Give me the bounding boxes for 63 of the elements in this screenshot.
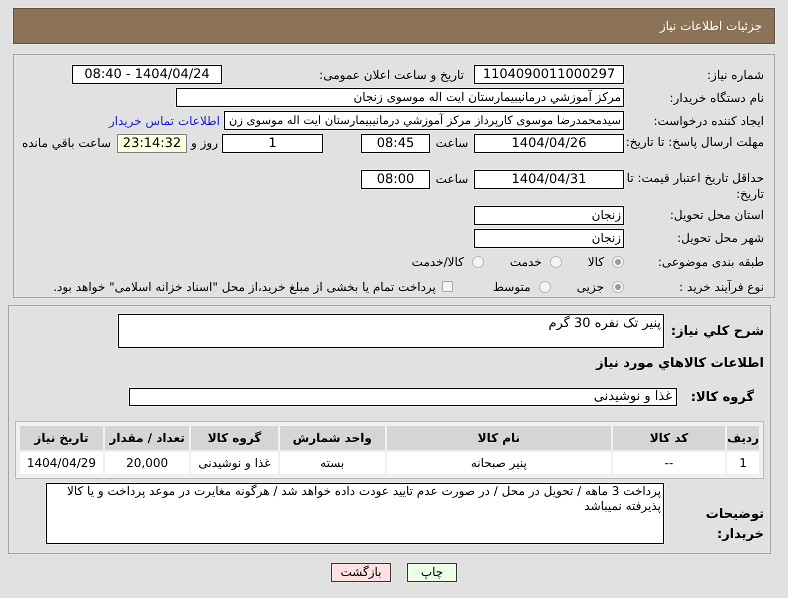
time-label: ساعت: [434, 135, 470, 152]
remaining-time-field: 23:14:32: [117, 134, 187, 153]
field-label: نام دستگاه خریدار:: [668, 90, 764, 106]
field-label: حداقل تاریخ اعتبار قیمت: تا تاریخ:: [626, 170, 764, 202]
column-header: نام کالا: [386, 426, 611, 450]
time-label: ساعت: [434, 170, 470, 188]
payment-option-label: پرداخت تمام یا بخشی از مبلغ خرید،از محل "اسناد خزانه اسلامی" خواهد بود.: [53, 278, 436, 296]
radio-label: جزیی: [576, 278, 604, 296]
radio-label: متوسط: [492, 278, 531, 296]
validity-date-field: 1404/04/31: [474, 170, 624, 189]
radio-button[interactable]: [550, 256, 562, 268]
days-field: 1: [222, 134, 323, 153]
province-field: زنجان: [474, 206, 624, 225]
field-label: شرح کلي نیاز:: [670, 323, 764, 341]
table-cell: 1404/04/29: [20, 452, 103, 474]
column-header: واحد شمارش: [280, 426, 385, 450]
radio-label: کالا/خدمت: [412, 254, 464, 272]
radio-button[interactable]: [612, 256, 624, 268]
remaining-label: ساعت باقي مانده: [22, 135, 111, 152]
buyer-name-field: مرکز آموزشي درمانيبيمارستان ايت اله موسوی زنجان: [176, 88, 624, 107]
back-button[interactable]: بازگشت: [331, 563, 391, 582]
description-textarea[interactable]: پنیر تک نفره 30 گرم: [118, 314, 664, 348]
table-cell: --: [612, 452, 726, 474]
column-header: تعداد / مقدار: [104, 426, 190, 450]
table-cell: غذا و نوشیدنی: [191, 452, 278, 474]
announce-date-field: 1404/04/24 - 08:40: [72, 65, 222, 84]
column-header: گروه کالا: [191, 426, 278, 450]
field-label: طبقه بندی موضوعی:: [656, 254, 764, 272]
table-cell: پنیر صبحانه: [386, 452, 611, 474]
radio-button[interactable]: [612, 280, 624, 293]
radio-button[interactable]: [538, 280, 551, 293]
requester-field: سیدمحمدرضا موسوی کارپرداز مرکز آموزشي درمانيبيمارستان ايت اله موسوی زن: [224, 111, 624, 130]
field-label: شماره نیاز:: [706, 66, 764, 84]
field-label: مهلت ارسال پاسخ: تا تاریخ:: [624, 134, 764, 150]
field-label: ایجاد کننده درخواست:: [652, 112, 764, 130]
radio-label: خدمت: [510, 254, 542, 272]
validity-time-field: 08:00: [361, 170, 430, 189]
page-title: جزئیات اطلاعات نیاز: [660, 18, 762, 35]
field-label: نوع فرآیند خرید :: [678, 278, 764, 296]
field-label: استان محل تحویل:: [668, 207, 764, 224]
section-heading: اطلاعات کالاهاي مورد نیاز: [594, 355, 764, 373]
print-button[interactable]: چاپ: [407, 563, 457, 582]
field-label: توضیحات خریدار:: [704, 506, 764, 544]
deadline-time-field: 08:45: [361, 134, 430, 153]
radio-button[interactable]: [472, 256, 484, 268]
need-number-field: 1104090011000297: [474, 65, 624, 84]
checkbox[interactable]: [442, 281, 453, 292]
field-label: تاریخ و ساعت اعلان عمومی:: [318, 66, 465, 84]
column-header: کد کالا: [612, 426, 726, 450]
days-label: روز و: [190, 135, 219, 152]
city-field: زنجان: [474, 228, 624, 248]
column-header: تاریخ نیاز: [20, 426, 103, 450]
field-label: گروه کالا:: [690, 388, 755, 406]
table-cell: بسته: [280, 452, 385, 474]
field-label: شهر محل تحویل:: [676, 230, 764, 248]
column-header: ردیف: [727, 426, 759, 450]
deadline-date-field: 1404/04/26: [474, 134, 624, 153]
buyer-contact-link[interactable]: اطلاعات تماس خریدار: [108, 112, 220, 130]
table-cell: 20,000: [104, 452, 190, 474]
buyer-notes-textarea[interactable]: پرداخت 3 ماهه / تحویل در محل / در صورت عدم تایید عودت داده خواهد شد / هرگونه مغایرت در موعد پرداخت و یا کالا پذیرفته نمیباشد: [46, 483, 664, 544]
radio-label: کالا: [588, 254, 604, 272]
table-cell: 1: [727, 452, 759, 474]
goods-group-field: غذا و نوشیدنی: [129, 388, 677, 406]
